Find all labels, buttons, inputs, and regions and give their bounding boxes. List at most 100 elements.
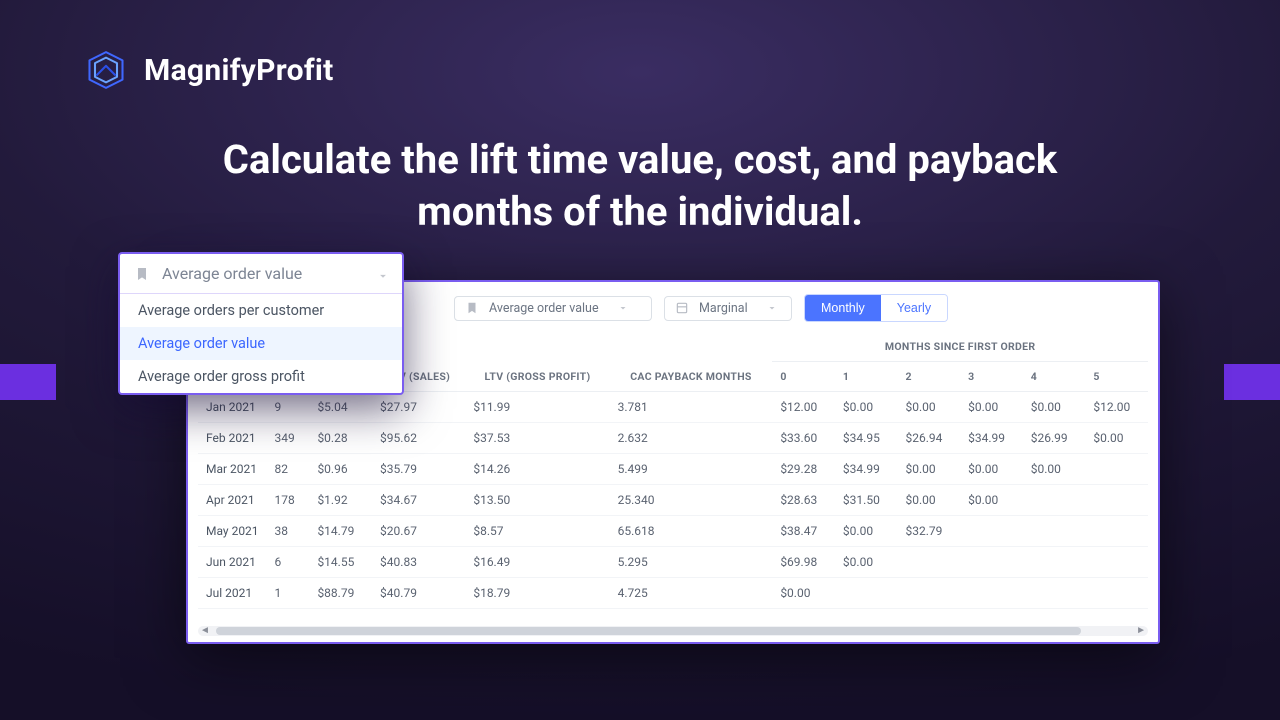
table-row: Jul 20211$88.79$40.79$18.794.725$0.00 [198,578,1148,609]
table-cell: $34.67 [372,485,465,516]
metric-dropdown-selected: Average order value [162,264,302,283]
brand-logo: MagnifyProfit [84,48,334,92]
table-cell: 25.340 [610,485,773,516]
metric-dropdown-option[interactable]: Average orders per customer [120,294,402,327]
table-cell: Apr 2021 [198,485,267,516]
col-months-group: MONTHS SINCE FIRST ORDER [772,332,1148,362]
table-cell: $16.49 [465,547,609,578]
table-cell: $0.00 [960,392,1023,423]
table-cell: $0.00 [898,485,961,516]
table-cell: $0.00 [1085,423,1148,454]
metric-dropdown-option[interactable]: Average order gross profit [120,360,402,393]
table-cell: $33.60 [772,423,835,454]
metric-select[interactable]: Average order value [454,296,652,321]
table-cell: $26.99 [1023,423,1086,454]
page-headline: Calculate the lift time value, cost, and… [0,134,1280,238]
headline-line-2: months of the individual. [0,186,1280,238]
decorative-side-right [1224,364,1280,400]
bookmark-icon [465,301,479,315]
table-cell: $0.00 [772,578,835,609]
brand-name: MagnifyProfit [144,53,334,88]
table-cell: $14.26 [465,454,609,485]
table-cell [1085,547,1148,578]
table-cell: $0.00 [1023,392,1086,423]
table-cell: $34.95 [835,423,898,454]
table-cell [1023,547,1086,578]
scroll-left-icon[interactable]: ◄ [200,625,210,636]
table-cell: May 2021 [198,516,267,547]
scrollbar-thumb[interactable] [216,627,1081,635]
table-cell: Jun 2021 [198,547,267,578]
table-cell: $0.96 [309,454,372,485]
col-m2: 2 [898,362,961,392]
table-cell: $12.00 [1085,392,1148,423]
table-cell: $8.57 [465,516,609,547]
table-cell: 6 [267,547,310,578]
table-row: Jan 20219$5.04$27.97$11.993.781$12.00$0.… [198,392,1148,423]
table-cell: $0.00 [960,454,1023,485]
table-cell: $18.79 [465,578,609,609]
table-cell: Feb 2021 [198,423,267,454]
col-payback: CAC PAYBACK MONTHS [610,332,773,392]
table-cell: $0.00 [898,392,961,423]
table-cell [898,578,961,609]
table-cell: $27.97 [372,392,465,423]
table-cell [960,516,1023,547]
table-row: Feb 2021349$0.28$95.62$37.532.632$33.60$… [198,423,1148,454]
table-cell: $0.28 [309,423,372,454]
horizontal-scrollbar[interactable]: ◄ ► [198,626,1148,636]
table-cell [1085,485,1148,516]
mode-select-label: Marginal [699,301,748,316]
table-cell: $38.47 [772,516,835,547]
table-cell: $34.99 [960,423,1023,454]
table-cell: $37.53 [465,423,609,454]
table-cell: $11.99 [465,392,609,423]
table-cell: $28.63 [772,485,835,516]
table-cell: 3.781 [610,392,773,423]
table-cell: $14.55 [309,547,372,578]
col-ltv-gp: LTV (GROSS PROFIT) [465,332,609,392]
table-cell: 38 [267,516,310,547]
table-row: Mar 202182$0.96$35.79$14.265.499$29.28$3… [198,454,1148,485]
table-cell: $0.00 [835,392,898,423]
table-cell: $40.83 [372,547,465,578]
table-cell: Jul 2021 [198,578,267,609]
table-cell: $14.79 [309,516,372,547]
table-cell [1023,578,1086,609]
chevron-down-icon [766,302,778,314]
table-cell: $0.00 [835,547,898,578]
table-cell [898,547,961,578]
table-cell: $40.79 [372,578,465,609]
table-cell: 178 [267,485,310,516]
table-cell: $35.79 [372,454,465,485]
table-cell: $88.79 [309,578,372,609]
table-cell: 2.632 [610,423,773,454]
chevron-down-icon [376,268,388,280]
metric-dropdown-option[interactable]: Average order value [120,327,402,360]
metric-dropdown-open: Average order value Average orders per c… [118,252,404,395]
table-cell: $32.79 [898,516,961,547]
table-cell: 349 [267,423,310,454]
layout-icon [675,301,689,315]
col-m4: 4 [1023,362,1086,392]
table-cell: $0.00 [835,516,898,547]
metric-dropdown-trigger[interactable]: Average order value [120,254,402,294]
table-cell: Jan 2021 [198,392,267,423]
table-cell: 1 [267,578,310,609]
bookmark-icon [134,266,150,282]
period-monthly-button[interactable]: Monthly [805,295,881,321]
scroll-right-icon[interactable]: ► [1136,625,1146,636]
col-m3: 3 [960,362,1023,392]
table-cell: $0.00 [960,485,1023,516]
table-cell: 82 [267,454,310,485]
mode-select[interactable]: Marginal [664,296,792,321]
decorative-side-left [0,364,56,400]
table-cell [1085,516,1148,547]
table-cell: 4.725 [610,578,773,609]
table-cell: Mar 2021 [198,454,267,485]
col-m0: 0 [772,362,835,392]
table-cell: $26.94 [898,423,961,454]
period-yearly-button[interactable]: Yearly [881,295,947,321]
table-cell [835,578,898,609]
table-cell: $69.98 [772,547,835,578]
